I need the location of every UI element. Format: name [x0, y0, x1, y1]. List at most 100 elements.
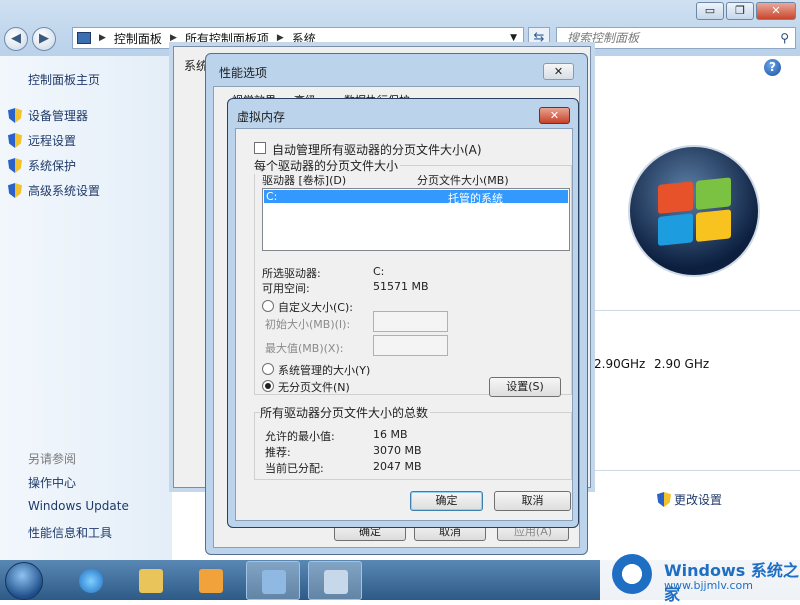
shield-icon	[657, 492, 671, 507]
system-managed-radio[interactable]	[262, 363, 274, 375]
min-allowed-label: 允许的最小值:	[265, 430, 335, 443]
help-icon[interactable]: ?	[764, 59, 781, 76]
free-space-value: 51571 MB	[373, 280, 429, 293]
dialog-title: 虚拟内存	[237, 110, 286, 124]
windows-flag-icon	[658, 177, 734, 249]
sidebar-item-label: 远程设置	[28, 134, 77, 148]
free-space-label: 可用空间:	[262, 282, 310, 295]
sidebar-item-label: 设备管理器	[28, 109, 89, 123]
sidebar-item-remote[interactable]: 远程设置	[8, 132, 76, 149]
close-button[interactable]: ✕	[543, 63, 574, 80]
start-button[interactable]	[5, 562, 43, 600]
allocated-value: 2047 MB	[373, 460, 422, 473]
control-panel-icon	[262, 570, 286, 594]
chevron-right-icon: ▶	[169, 33, 177, 43]
custom-size-radio[interactable]	[262, 300, 274, 312]
sidebar-item-advanced[interactable]: 高级系统设置	[8, 182, 100, 199]
back-arrow-icon[interactable]: ◀	[4, 27, 28, 51]
shield-icon	[8, 133, 22, 148]
min-allowed-value: 16 MB	[373, 428, 408, 441]
folder-icon	[139, 569, 163, 593]
forward-arrow-icon[interactable]: ▶	[32, 27, 56, 51]
system-managed-label: 系统管理的大小(Y)	[278, 364, 371, 377]
see-also-heading: 另请参阅	[28, 452, 77, 466]
close-button[interactable]: ✕	[539, 107, 570, 124]
chevron-right-icon: ▶	[99, 33, 106, 43]
auto-manage-checkbox[interactable]	[254, 142, 266, 154]
taskbar-media-player[interactable]	[184, 561, 238, 600]
see-also-action-center[interactable]: 操作中心	[28, 474, 76, 491]
sidebar-item-protection[interactable]: 系统保护	[8, 157, 76, 174]
selected-drive-value: C:	[373, 265, 385, 278]
search-icon[interactable]: ⚲	[780, 28, 789, 48]
watermark: Windows 系统之家 www.bjjmlv.com	[600, 546, 800, 604]
virtual-memory-dialog: 虚拟内存 ✕ 自动管理所有驱动器的分页文件大小(A) 每个驱动器的分页文件大小 …	[227, 98, 579, 528]
internet-explorer-icon	[79, 569, 103, 593]
selected-drive-label: 所选驱动器:	[262, 267, 321, 280]
flag-yellow	[696, 209, 731, 242]
sidebar-item-device-manager[interactable]: 设备管理器	[8, 107, 88, 124]
control-panel-icon	[77, 32, 91, 44]
maximize-button[interactable]: ❐	[726, 2, 754, 20]
cpu-speed-value: 2.90GHz	[594, 357, 646, 371]
shield-icon	[8, 158, 22, 173]
chevron-down-icon[interactable]: ▼	[510, 33, 517, 43]
windows-logo	[628, 145, 760, 277]
drive-letter: C:	[266, 190, 278, 203]
chevron-right-icon: ▶	[276, 33, 284, 43]
taskbar-explorer[interactable]	[124, 561, 178, 600]
size-column-header: 分页文件大小(MB)	[417, 174, 509, 187]
flag-red	[658, 181, 693, 214]
flag-blue	[658, 213, 693, 246]
change-settings-link[interactable]: 更改设置	[657, 491, 722, 508]
shield-icon	[8, 183, 22, 198]
drive-column-header: 驱动器 [卷标](D)	[262, 174, 347, 187]
close-button[interactable]: ✕	[756, 2, 796, 20]
custom-size-label: 自定义大小(C):	[278, 301, 353, 314]
drive-list[interactable]: C: 托管的系统	[262, 188, 570, 251]
drive-size: 托管的系统	[448, 192, 503, 205]
auto-manage-label: 自动管理所有驱动器的分页文件大小(A)	[272, 143, 482, 157]
vm-body: 自动管理所有驱动器的分页文件大小(A) 每个驱动器的分页文件大小 驱动器 [卷标…	[235, 128, 573, 521]
breadcrumb-system[interactable]: 系统	[292, 30, 316, 47]
set-button[interactable]: 设置(S)	[489, 377, 561, 397]
ok-button[interactable]: 确定	[410, 491, 483, 511]
max-size-label: 最大值(MB)(X):	[265, 342, 344, 355]
taskbar-control-panel[interactable]	[246, 561, 300, 600]
initial-size-label: 初始大小(MB)(I):	[265, 318, 351, 331]
sidebar: 控制面板主页 设备管理器 远程设置 系统保护 高级系统设置 另请参阅 操作中心 …	[0, 56, 172, 560]
sidebar-item-label: 高级系统设置	[28, 184, 101, 198]
minimize-button[interactable]: ▭	[696, 2, 724, 20]
flag-green	[696, 177, 731, 210]
see-also-performance-info[interactable]: 性能信息和工具	[28, 524, 112, 541]
shield-icon	[8, 108, 22, 123]
search-placeholder: 搜索控制面板	[567, 31, 640, 45]
computer-icon	[324, 570, 348, 594]
window-controls: ▭ ❐ ✕	[696, 2, 796, 20]
list-item[interactable]: C: 托管的系统	[264, 190, 568, 205]
search-input[interactable]: 搜索控制面板 ⚲	[556, 27, 796, 49]
divider	[592, 310, 800, 311]
breadcrumb-control-panel[interactable]: 控制面板	[114, 30, 162, 47]
taskbar-ie[interactable]	[64, 561, 118, 600]
see-also-windows-update[interactable]: Windows Update	[28, 499, 129, 513]
change-settings-label: 更改设置	[674, 493, 723, 507]
total-group-title: 所有驱动器分页文件大小的总数	[260, 404, 431, 421]
taskbar-system[interactable]	[308, 561, 362, 600]
recommended-value: 3070 MB	[373, 444, 422, 457]
cpu-speed-value-2: 2.90 GHz	[654, 357, 710, 371]
breadcrumb-all-items[interactable]: 所有控制面板项	[185, 30, 269, 47]
dialog-title: 性能选项	[219, 66, 268, 80]
divider	[592, 470, 800, 471]
recommended-label: 推荐:	[265, 446, 291, 459]
max-size-input[interactable]	[373, 335, 448, 356]
allocated-label: 当前已分配:	[265, 462, 324, 475]
windows-logo-icon	[612, 554, 652, 594]
sidebar-item-label: 系统保护	[28, 159, 77, 173]
cancel-button[interactable]: 取消	[494, 491, 571, 511]
sidebar-home-link[interactable]: 控制面板主页	[28, 71, 100, 88]
watermark-url: www.bjjmlv.com	[664, 579, 753, 592]
no-paging-radio[interactable]	[262, 380, 274, 392]
initial-size-input[interactable]	[373, 311, 448, 332]
no-paging-label: 无分页文件(N)	[278, 381, 350, 394]
